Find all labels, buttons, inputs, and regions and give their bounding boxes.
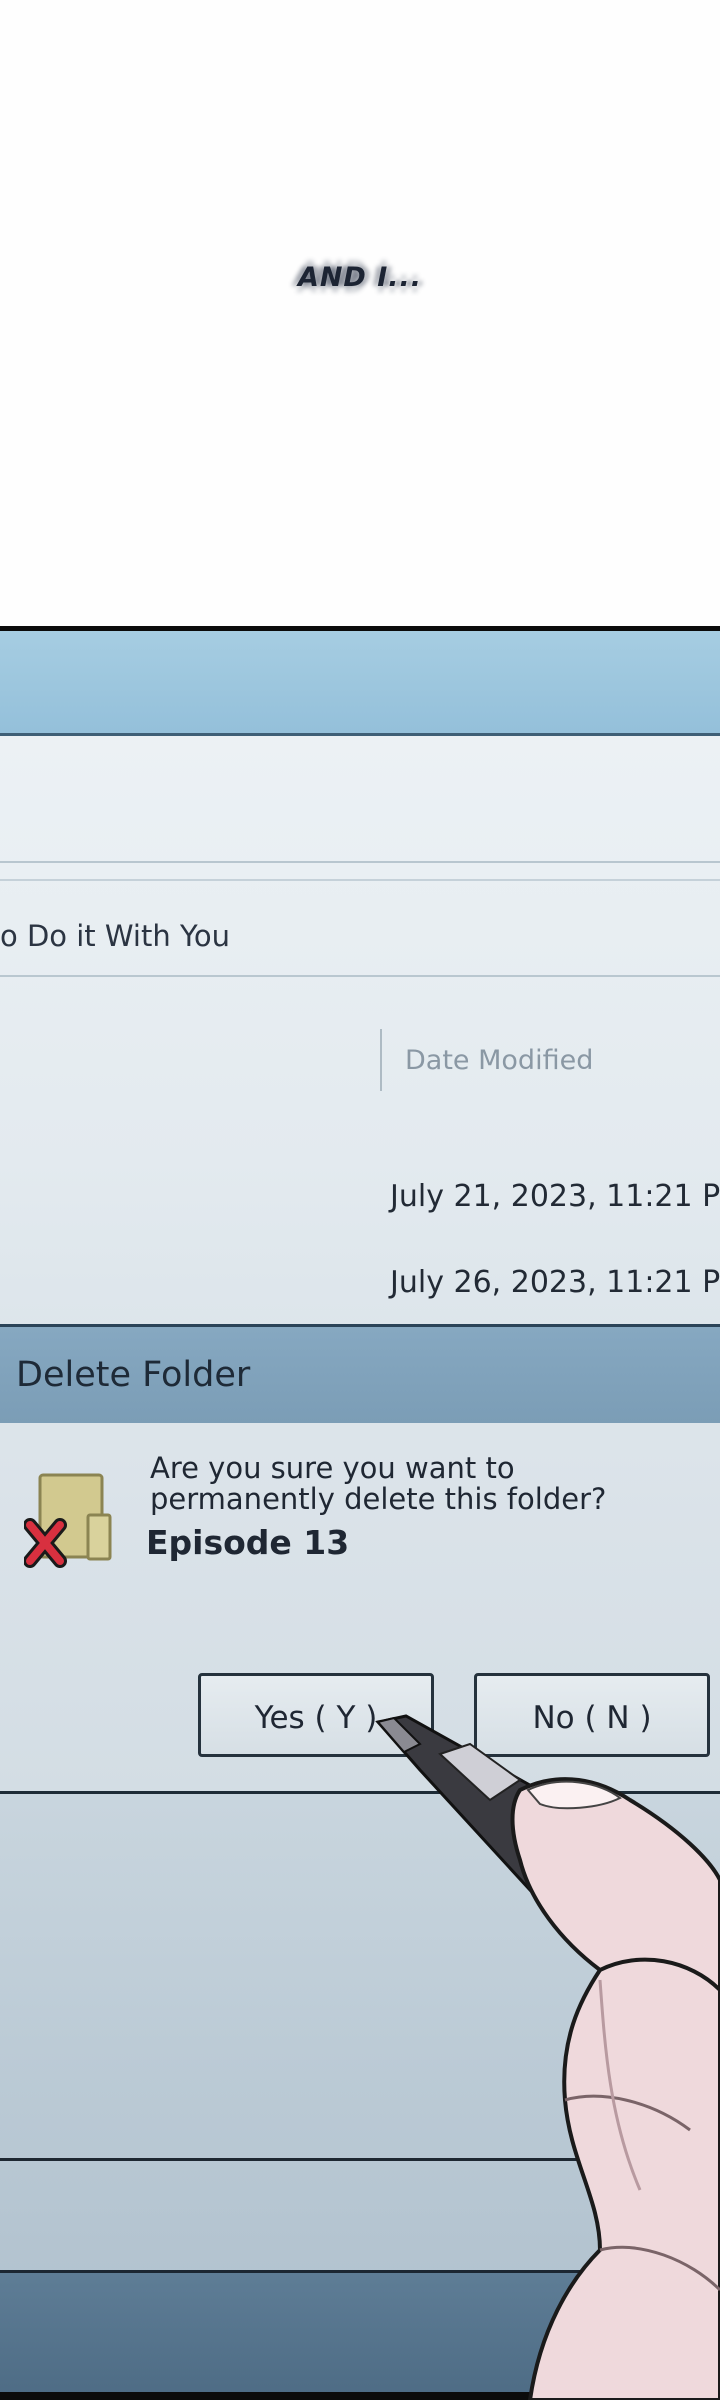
caption-text: AND I... — [297, 262, 423, 293]
window-divider — [0, 2158, 720, 2161]
panel-border — [0, 2392, 720, 2400]
comic-page: AND I... o Do it With You Date Modified … — [0, 0, 720, 2400]
folder-name: Episode 13 — [146, 1523, 350, 1562]
dialog-titlebar: Delete Folder — [0, 1327, 720, 1423]
file-row-date[interactable]: July 21, 2023, 11:21 PM — [390, 1179, 720, 1214]
delete-folder-dialog: Delete Folder Are you sure you want to p… — [0, 1324, 720, 1794]
yes-button[interactable]: Yes ( Y ) — [198, 1673, 434, 1757]
file-row-date[interactable]: July 26, 2023, 11:21 PM — [390, 1265, 720, 1300]
explorer-titlebar — [0, 631, 720, 736]
toolbar-divider — [0, 861, 720, 863]
folder-delete-icon — [24, 1473, 112, 1568]
toolbar-divider — [0, 879, 720, 881]
address-bar-text[interactable]: o Do it With You — [0, 919, 230, 953]
no-button[interactable]: No ( N ) — [474, 1673, 710, 1757]
dialog-message: Are you sure you want to permanently del… — [150, 1451, 607, 1516]
column-divider[interactable] — [380, 1029, 382, 1091]
caption-panel: AND I... — [0, 0, 720, 628]
dialog-title: Delete Folder — [16, 1355, 251, 1395]
taskbar — [0, 2270, 720, 2395]
address-bar-divider — [0, 975, 720, 977]
column-header-date-modified[interactable]: Date Modified — [405, 1045, 593, 1076]
